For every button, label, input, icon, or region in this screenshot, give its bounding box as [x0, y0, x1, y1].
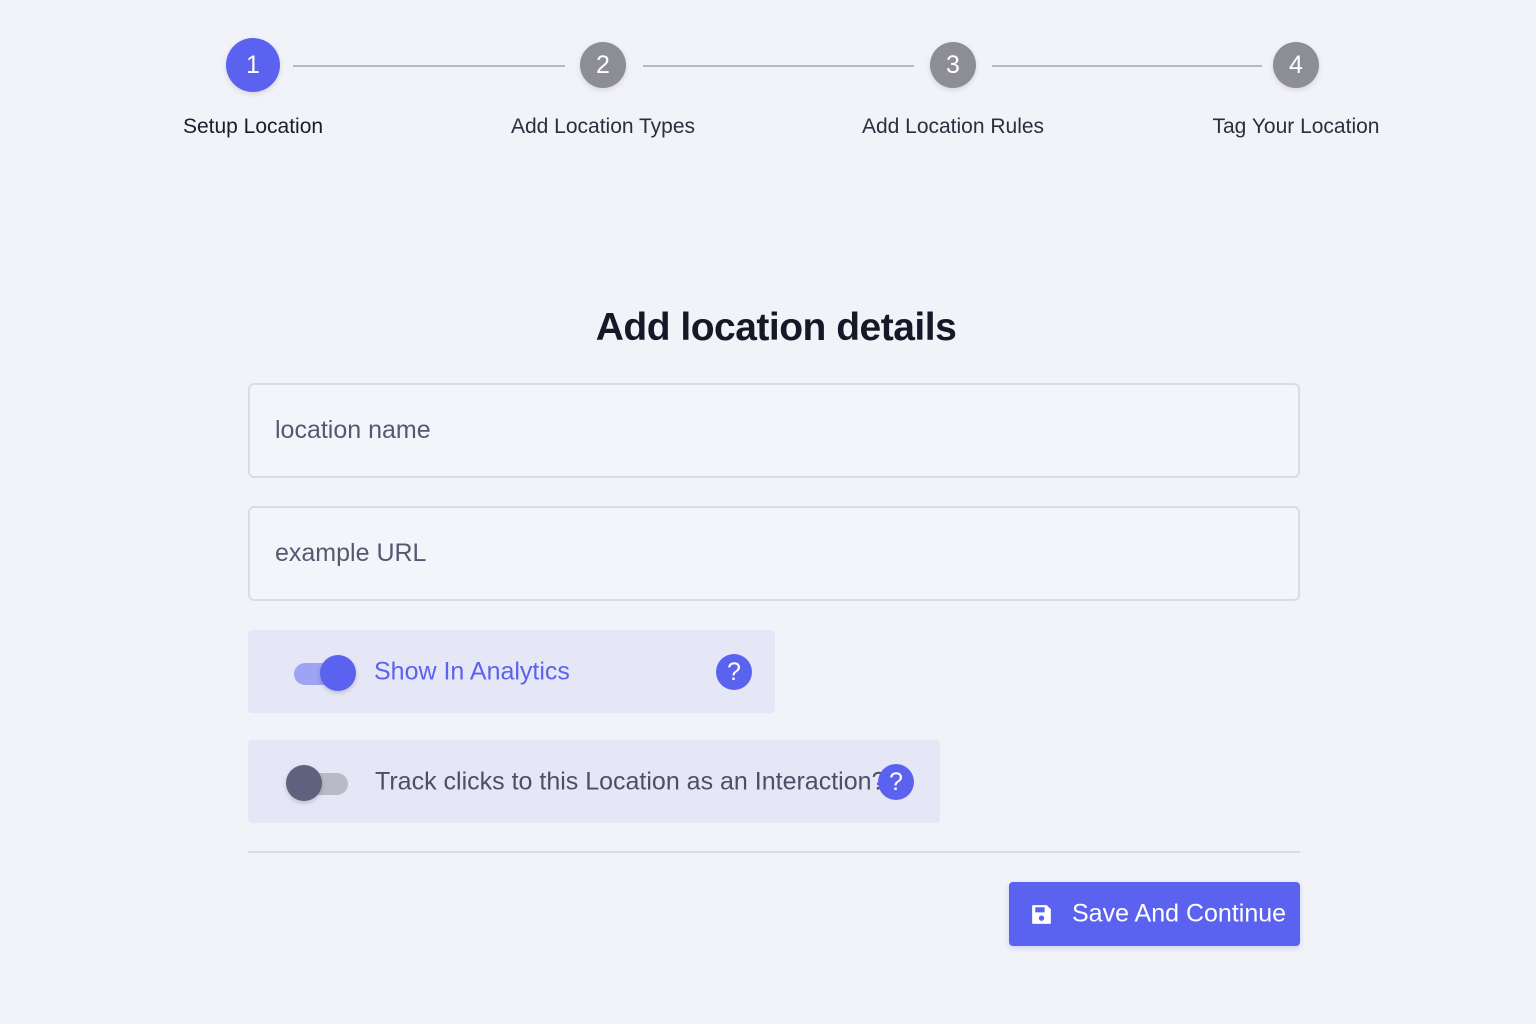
question-mark-icon[interactable]: ?	[878, 763, 914, 800]
toggle-knob	[320, 654, 356, 691]
floppy-disk-icon	[1032, 905, 1051, 924]
step-number-badge: 3	[930, 42, 976, 88]
step-number-badge: 1	[226, 38, 280, 92]
example-url-input[interactable]	[248, 506, 1300, 601]
step-number-badge: 4	[1273, 42, 1319, 88]
step-label: Add Location Rules	[861, 115, 1045, 138]
save-button-label: Save And Continue	[1072, 899, 1287, 928]
location-name-input[interactable]	[248, 383, 1300, 478]
step-label: Add Location Types	[510, 115, 696, 138]
question-mark-icon[interactable]: ?	[716, 653, 752, 690]
progress-stepper: 1 Setup Location 2 Add Location Types 3 …	[0, 0, 1536, 170]
show-in-analytics-toggle[interactable]	[292, 654, 356, 691]
track-clicks-label: Track clicks to this Location as an Inte…	[375, 767, 886, 795]
show-in-analytics-label: Show In Analytics	[374, 657, 570, 685]
save-and-continue-button[interactable]: Save And Continue	[1009, 882, 1300, 946]
step-label: Setup Location	[182, 115, 324, 138]
form-divider	[248, 851, 1300, 853]
step-number-badge: 2	[580, 42, 626, 88]
track-clicks-card: Track clicks to this Location as an Inte…	[248, 740, 940, 823]
track-clicks-toggle[interactable]	[286, 764, 350, 801]
toggle-knob	[286, 764, 322, 801]
show-in-analytics-card: Show In Analytics ?	[248, 630, 775, 713]
step-tag-your-location[interactable]: 4 Tag Your Location	[1146, 38, 1446, 139]
step-add-location-types[interactable]: 2 Add Location Types	[453, 38, 753, 139]
form-title: Add location details	[595, 306, 957, 349]
step-label: Tag Your Location	[1212, 115, 1380, 138]
step-add-location-rules[interactable]: 3 Add Location Rules	[803, 38, 1103, 139]
step-setup-location[interactable]: 1 Setup Location	[103, 38, 403, 139]
